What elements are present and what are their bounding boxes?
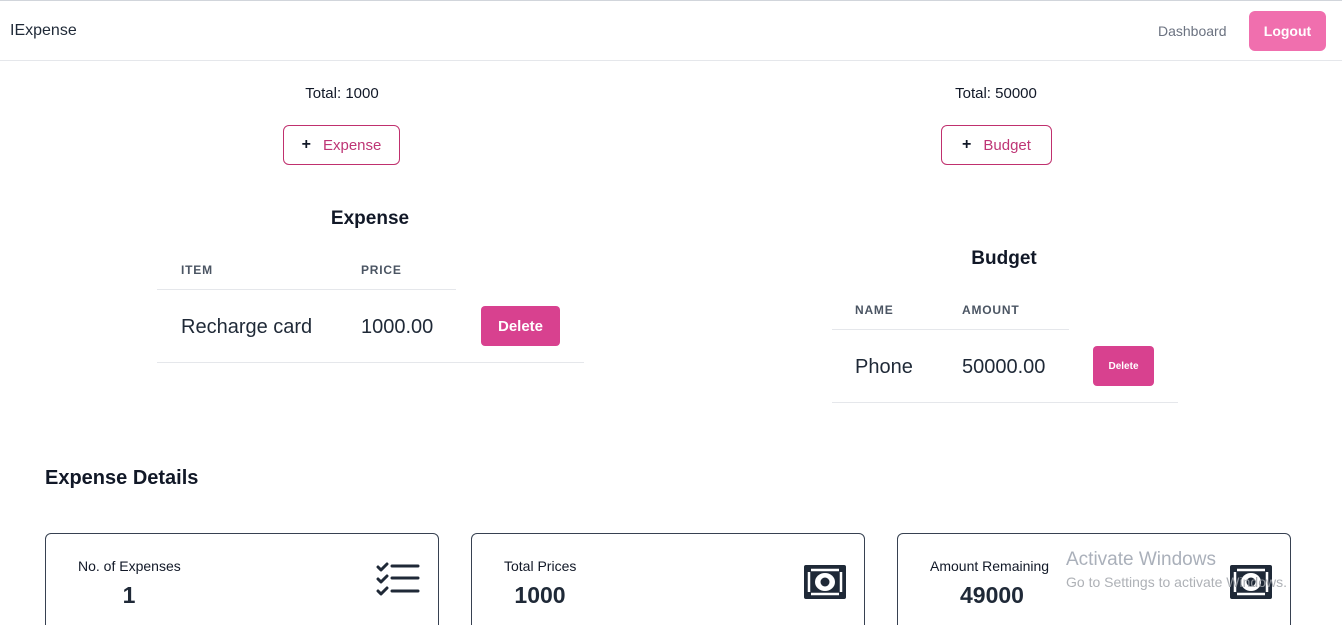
nav-dashboard-link[interactable]: Dashboard <box>1158 23 1227 39</box>
expense-row-price: 1000.00 <box>361 316 434 338</box>
budget-col-name: NAME <box>855 303 894 317</box>
expense-col-price: PRICE <box>361 263 402 277</box>
budget-header-divider <box>832 329 1069 330</box>
brand-logo[interactable]: IExpense <box>10 22 77 40</box>
card-label: Amount Remaining <box>930 558 1050 574</box>
card-label: Total Prices <box>504 558 577 574</box>
expense-row-item: Recharge card <box>181 316 313 338</box>
card-value: 1000 <box>514 582 566 608</box>
expense-total: Total: 1000 <box>305 85 379 102</box>
stat-card-total-prices: Total Prices 1000 <box>471 533 865 625</box>
expense-row-divider <box>157 362 584 363</box>
budget-row-name: Phone <box>855 356 913 378</box>
watermark-title: Activate Windows <box>1066 549 1216 570</box>
money-icon <box>804 565 846 599</box>
expense-details-title: Expense Details <box>45 467 199 489</box>
budget-row-amount: 50000.00 <box>962 356 1046 378</box>
delete-budget-button[interactable]: Delete <box>1093 346 1154 386</box>
expense-header-divider <box>157 289 456 290</box>
budget-col-amount: AMOUNT <box>962 303 1020 317</box>
delete-expense-button[interactable]: Delete <box>481 306 560 346</box>
add-expense-label: Expense <box>322 136 382 154</box>
activation-watermark: Activate Windows Go to Settings to activ… <box>1066 549 1287 590</box>
add-budget-button[interactable]: + Budget <box>941 125 1052 165</box>
budget-total: Total: 50000 <box>955 85 1037 102</box>
plus-icon: + <box>962 136 972 153</box>
card-label: No. of Expenses <box>78 558 181 574</box>
plus-icon: + <box>301 136 311 153</box>
card-value: 49000 <box>960 582 1024 608</box>
add-budget-label: Budget <box>983 136 1031 154</box>
card-value: 1 <box>122 582 136 608</box>
logout-button[interactable]: Logout <box>1249 11 1326 51</box>
budget-row-divider <box>832 402 1178 403</box>
watermark-subtitle: Go to Settings to activate Windows. <box>1066 574 1287 590</box>
budget-table-title: Budget <box>971 248 1037 269</box>
add-expense-button[interactable]: + Expense <box>283 125 400 165</box>
expense-table-title: Expense <box>330 208 410 229</box>
navbar: IExpense Dashboard Logout <box>0 1 1342 61</box>
stat-card-expenses-count: No. of Expenses 1 <box>45 533 439 625</box>
checklist-icon <box>376 562 420 596</box>
expense-col-item: ITEM <box>181 263 213 277</box>
